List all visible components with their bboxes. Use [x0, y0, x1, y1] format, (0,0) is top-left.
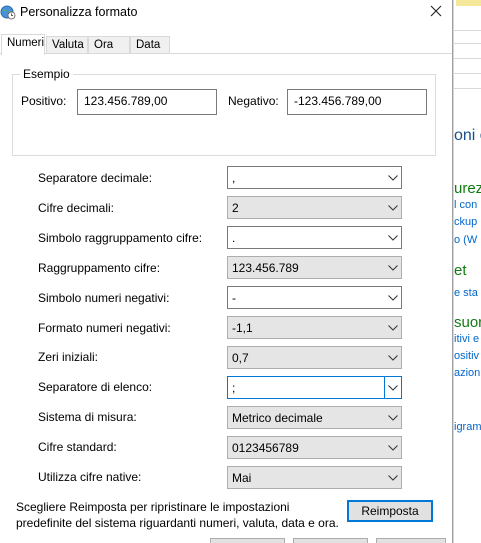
chevron-down-icon[interactable]	[384, 287, 401, 308]
background-highlight	[456, 0, 481, 6]
measurement-system-label: Sistema di misura:	[38, 410, 137, 424]
decimal-digits-label: Cifre decimali:	[38, 201, 115, 215]
close-button[interactable]	[420, 0, 452, 24]
negative-format-combo[interactable]: -1,1	[227, 316, 402, 339]
negative-sign-combo[interactable]: -	[227, 286, 402, 309]
negative-sign-label: Simbolo numeri negativi:	[38, 291, 170, 305]
reset-info-text: Scegliere Reimposta per ripristinare le …	[16, 499, 339, 531]
reset-button[interactable]: Reimposta	[347, 500, 433, 522]
window-title: Personalizza formato	[20, 5, 138, 19]
cancel-button[interactable]	[293, 538, 368, 543]
negative-example-field: -123.456.789,00	[287, 89, 427, 115]
digit-grouping-symbol-label: Simbolo raggruppamento cifre:	[38, 231, 203, 245]
combo-value: -1,1	[232, 321, 253, 335]
chevron-down-icon[interactable]	[384, 437, 401, 458]
digit-grouping-label: Raggruppamento cifre:	[38, 261, 161, 275]
title-bar[interactable]: Personalizza formato	[0, 0, 452, 28]
chevron-down-icon[interactable]	[384, 197, 401, 218]
background-divider	[454, 43, 481, 44]
leading-zeros-label: Zeri iniziali:	[38, 350, 99, 364]
background-link[interactable]: ckup	[454, 216, 477, 228]
background-link[interactable]: e sta	[454, 287, 478, 299]
combo-value: Mai	[232, 471, 252, 485]
leading-zeros-combo[interactable]: 0,7	[227, 346, 402, 369]
reset-info-line: predefinite del sistema riguardanti nume…	[16, 516, 339, 530]
globe-clock-icon	[0, 4, 16, 20]
background-link[interactable]: itivi e	[454, 333, 479, 345]
combo-value: .	[232, 231, 236, 245]
chevron-down-icon[interactable]	[384, 407, 401, 428]
background-link[interactable]: igram	[454, 421, 481, 433]
combo-value: 0123456789	[232, 441, 299, 455]
background-divider	[454, 73, 481, 74]
combo-value: -	[232, 291, 236, 305]
background-divider	[454, 58, 481, 59]
list-separator-label: Separatore di elenco:	[38, 380, 153, 394]
background-link[interactable]: azion	[454, 367, 480, 379]
decimal-digits-combo[interactable]: 2	[227, 196, 402, 219]
negative-label: Negativo:	[228, 94, 279, 108]
example-groupbox	[12, 74, 436, 156]
reset-info-line: Scegliere Reimposta per ripristinare le …	[16, 500, 290, 514]
customize-format-dialog: Personalizza formato Numeri Valuta Ora D…	[0, 0, 453, 543]
ok-button[interactable]	[210, 538, 285, 543]
combo-value: 123.456.789	[232, 261, 299, 275]
combo-value: ,	[232, 171, 236, 185]
digit-grouping-combo[interactable]: 123.456.789	[227, 256, 402, 279]
chevron-down-icon[interactable]	[384, 377, 401, 398]
digit-grouping-symbol-combo[interactable]: .	[227, 226, 402, 249]
chevron-down-icon[interactable]	[384, 227, 401, 248]
background-divider	[454, 30, 481, 31]
native-digits-label: Utilizza cifre native:	[38, 470, 142, 484]
combo-value: 0,7	[232, 351, 249, 365]
chevron-down-icon[interactable]	[384, 347, 401, 368]
positive-label: Positivo:	[21, 94, 67, 108]
combo-value: 2	[232, 201, 239, 215]
combo-value: ;	[232, 381, 236, 395]
negative-format-label: Formato numeri negativi:	[38, 321, 171, 335]
chevron-down-icon[interactable]	[384, 257, 401, 278]
apply-button[interactable]	[376, 538, 446, 543]
example-group-title: Esempio	[20, 67, 73, 81]
combo-value: Metrico decimale	[232, 411, 323, 425]
standard-digits-label: Cifre standard:	[38, 440, 117, 454]
background-window: oni o urez l con ckup o (W et e sta suor…	[453, 0, 481, 543]
background-link[interactable]: o (W	[454, 234, 477, 246]
list-separator-combo[interactable]: ;	[227, 376, 402, 399]
chevron-down-icon[interactable]	[384, 467, 401, 488]
background-divider	[454, 88, 481, 89]
native-digits-combo[interactable]: Mai	[227, 466, 402, 489]
close-icon	[430, 4, 442, 21]
background-link[interactable]: l con	[454, 199, 477, 211]
background-heading: suor	[454, 314, 481, 331]
positive-example-field: 123.456.789,00	[77, 89, 217, 115]
standard-digits-combo[interactable]: 0123456789	[227, 436, 402, 459]
tab-numeri[interactable]: Numeri	[1, 34, 45, 55]
chevron-down-icon[interactable]	[384, 317, 401, 338]
background-link[interactable]: ositiv	[454, 350, 479, 362]
background-heading: urez	[454, 180, 481, 197]
background-heading: et	[454, 262, 467, 279]
measurement-system-combo[interactable]: Metrico decimale	[227, 406, 402, 429]
decimal-separator-combo[interactable]: ,	[227, 166, 402, 189]
background-heading: oni o	[454, 127, 481, 144]
decimal-separator-label: Separatore decimale:	[38, 171, 153, 185]
chevron-down-icon[interactable]	[384, 167, 401, 188]
